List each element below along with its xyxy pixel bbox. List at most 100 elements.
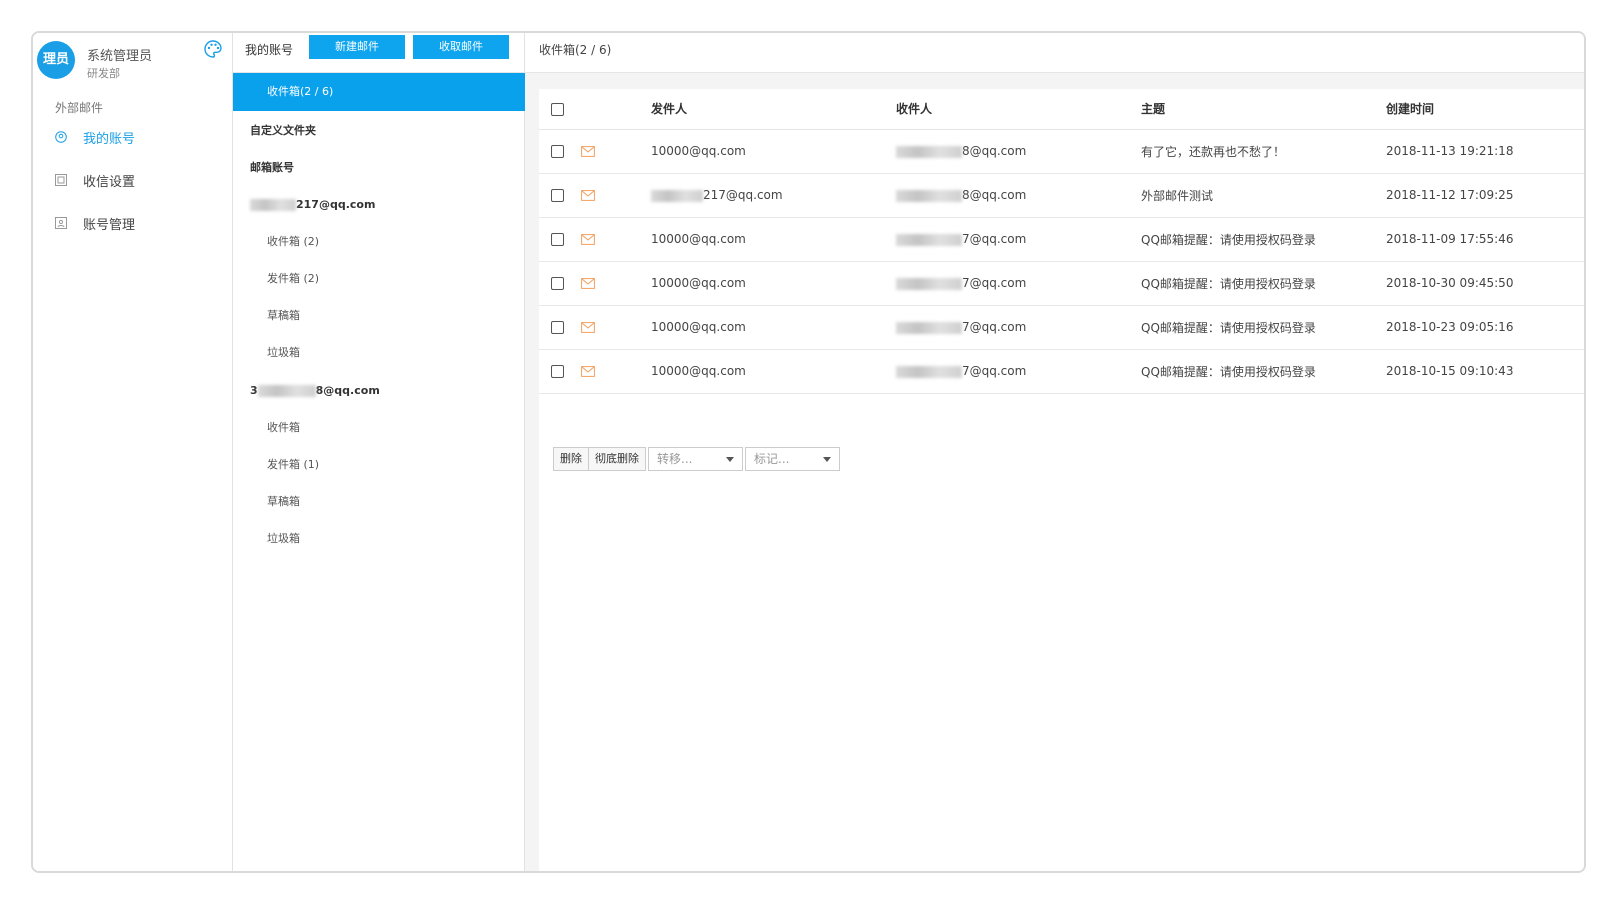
main-content: 收件箱(2 / 6) 发件人 收件人 主题 创建时间 10000@qq.com …	[525, 33, 1584, 871]
row-checkbox[interactable]	[551, 233, 564, 246]
avatar[interactable]: 理员	[37, 41, 75, 79]
row-checkbox[interactable]	[551, 365, 564, 378]
mail-actions-toolbar: 删除 彻底删除 转移... 标记...	[553, 447, 840, 471]
page-title: 收件箱(2 / 6)	[539, 43, 612, 57]
mail-time: 2018-10-30 09:45:50	[1386, 261, 1584, 306]
account-2-trash[interactable]: 垃圾箱	[233, 529, 525, 549]
table-row[interactable]: 217@qq.com 8@qq.com 外部邮件测试 2018-11-12 17:09…	[539, 173, 1584, 218]
redacted-text	[896, 189, 962, 202]
envelope-icon	[581, 278, 595, 289]
envelope-icon	[581, 146, 595, 157]
sidebar-item-my-account[interactable]: 我的账号	[55, 127, 135, 147]
account-1-inbox[interactable]: 收件箱 (2)	[233, 232, 525, 252]
redacted-text	[896, 145, 962, 158]
mail-sender: 217@qq.com	[651, 173, 896, 218]
mail-time: 2018-11-13 19:21:18	[1386, 129, 1584, 174]
account-icon	[55, 217, 67, 229]
my-account-label: 我的账号	[245, 43, 294, 57]
account-2-prefix: 3	[250, 384, 258, 397]
mark-label: 标记...	[754, 452, 790, 466]
sidebar-item-account-management[interactable]: 账号管理	[55, 213, 135, 233]
user-dept: 研发部	[87, 67, 120, 80]
redacted-text	[651, 189, 703, 202]
custom-folder-heading[interactable]: 自定义文件夹	[233, 121, 525, 141]
user-name: 系统管理员	[87, 49, 153, 64]
sidebar-item-label: 账号管理	[83, 217, 136, 233]
mail-sender: 10000@qq.com	[651, 217, 896, 262]
mail-subject[interactable]: 有了它，还款再也不愁了！	[1141, 129, 1386, 174]
account-2-sent[interactable]: 发件箱 (1)	[233, 455, 525, 475]
palette-icon[interactable]	[203, 39, 223, 59]
mail-time: 2018-10-23 09:05:16	[1386, 305, 1584, 350]
envelope-icon	[581, 234, 595, 245]
row-checkbox[interactable]	[551, 145, 564, 158]
redacted-text	[257, 385, 316, 397]
redacted-text	[896, 277, 962, 290]
table-header-row: 发件人 收件人 主题 创建时间	[539, 89, 1584, 130]
redacted-text	[896, 321, 962, 334]
mail-list-panel: 发件人 收件人 主题 创建时间 10000@qq.com 8@qq.com 有了它，…	[539, 89, 1584, 871]
mail-accounts-heading: 邮箱账号	[250, 161, 294, 174]
account-1[interactable]: 217@qq.com	[233, 195, 525, 215]
table-row[interactable]: 10000@qq.com 7@qq.com QQ邮箱提醒：请使用授权码登录 2018-…	[539, 217, 1584, 262]
table-row[interactable]: 10000@qq.com 8@qq.com 有了它，还款再也不愁了！ 2018-11-…	[539, 129, 1584, 174]
move-to-label: 转移...	[657, 452, 693, 466]
folder-panel: 我的账号 新建邮件 收取邮件 收件箱(2 / 6) 自定义文件夹 邮箱账号 21…	[233, 33, 525, 871]
mail-sender: 10000@qq.com	[651, 129, 896, 174]
redacted-text	[896, 365, 962, 378]
account-1-email: 217@qq.com	[296, 198, 376, 211]
mail-recipient: 7@qq.com	[896, 349, 1141, 394]
mail-subject[interactable]: QQ邮箱提醒：请使用授权码登录	[1141, 261, 1386, 306]
row-checkbox[interactable]	[551, 277, 564, 290]
table-row[interactable]: 10000@qq.com 7@qq.com QQ邮箱提醒：请使用授权码登录 2018-…	[539, 261, 1584, 306]
account-1-trash[interactable]: 垃圾箱	[233, 343, 525, 363]
mark-select[interactable]: 标记...	[745, 447, 840, 471]
account-2-email: 8@qq.com	[315, 384, 380, 397]
mail-table: 发件人 收件人 主题 创建时间 10000@qq.com 8@qq.com 有了它，…	[539, 89, 1584, 394]
account-1-sent[interactable]: 发件箱 (2)	[233, 269, 525, 289]
column-created[interactable]: 创建时间	[1386, 89, 1584, 130]
row-checkbox[interactable]	[551, 321, 564, 334]
mail-recipient: 7@qq.com	[896, 217, 1141, 262]
settings-icon	[55, 174, 67, 186]
envelope-icon	[581, 190, 595, 201]
mail-subject[interactable]: QQ邮箱提醒：请使用授权码登录	[1141, 305, 1386, 350]
sidebar-item-label: 我的账号	[83, 131, 136, 147]
mail-time: 2018-11-12 17:09:25	[1386, 173, 1584, 218]
column-recipient[interactable]: 收件人	[896, 89, 1141, 130]
chevron-down-icon	[726, 456, 734, 462]
mail-sender: 10000@qq.com	[651, 261, 896, 306]
delete-permanently-button[interactable]: 彻底删除	[589, 447, 646, 471]
column-subject[interactable]: 主题	[1141, 89, 1386, 130]
mail-sender: 10000@qq.com	[651, 349, 896, 394]
mail-subject[interactable]: 外部邮件测试	[1141, 173, 1386, 218]
envelope-icon	[581, 322, 595, 333]
account-2-inbox[interactable]: 收件箱	[233, 418, 525, 438]
sidebar-item-receive-settings[interactable]: 收信设置	[55, 170, 135, 190]
account-1-drafts[interactable]: 草稿箱	[233, 306, 525, 326]
folder-toolbar: 我的账号 新建邮件 收取邮件	[233, 33, 525, 73]
main-header: 收件箱(2 / 6)	[525, 33, 1584, 73]
account-2-drafts[interactable]: 草稿箱	[233, 492, 525, 512]
sidebar: 理员 系统管理员 研发部 外部邮件 我的账号 收信设置 账号管理	[33, 33, 233, 871]
select-all-checkbox[interactable]	[551, 102, 564, 116]
receive-mail-button[interactable]: 收取邮件	[413, 35, 509, 59]
table-row[interactable]: 10000@qq.com 7@qq.com QQ邮箱提醒：请使用授权码登录 2018-…	[539, 349, 1584, 394]
mail-subject[interactable]: QQ邮箱提醒：请使用授权码登录	[1141, 349, 1386, 394]
account-2[interactable]: 3 8@qq.com	[233, 381, 525, 401]
chevron-down-icon	[823, 456, 831, 462]
row-checkbox[interactable]	[551, 189, 564, 202]
mail-recipient: 7@qq.com	[896, 261, 1141, 306]
table-row[interactable]: 10000@qq.com 7@qq.com QQ邮箱提醒：请使用授权码登录 2018-…	[539, 305, 1584, 350]
move-to-select[interactable]: 转移...	[648, 447, 743, 471]
folder-inbox-active[interactable]: 收件箱(2 / 6)	[233, 73, 525, 111]
delete-button[interactable]: 删除	[553, 447, 589, 471]
redacted-text	[250, 199, 296, 211]
new-mail-button[interactable]: 新建邮件	[309, 35, 405, 59]
envelope-icon	[581, 366, 595, 377]
app-window: 理员 系统管理员 研发部 外部邮件 我的账号 收信设置 账号管理 我的账号 新建…	[31, 31, 1586, 873]
redacted-text	[896, 233, 962, 246]
sidebar-item-label: 收信设置	[83, 174, 136, 190]
mail-subject[interactable]: QQ邮箱提醒：请使用授权码登录	[1141, 217, 1386, 262]
column-sender[interactable]: 发件人	[651, 89, 896, 130]
